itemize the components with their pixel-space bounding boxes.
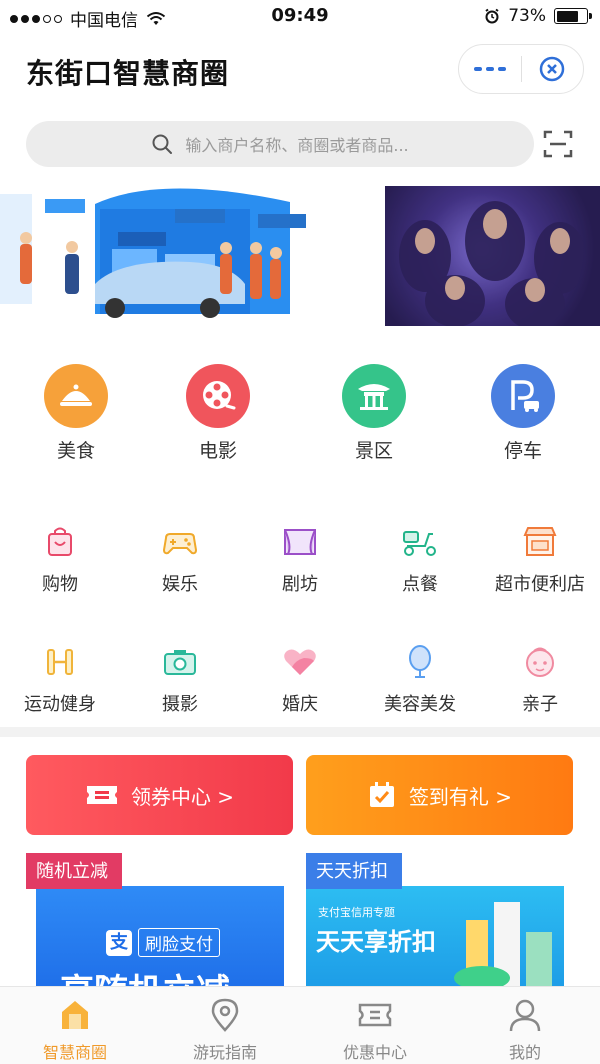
alipay-logo-icon: 支	[106, 929, 132, 956]
card-headline: 天天享折扣	[316, 928, 436, 956]
category-wedding[interactable]: 婚庆	[240, 642, 360, 716]
category-beauty[interactable]: 美容美发	[360, 642, 480, 716]
main-cat-bg-0	[44, 364, 108, 428]
card-banner: 支付宝信用专题 天天享折扣	[306, 886, 564, 993]
tab-label: 智慧商圈	[42, 1043, 107, 1062]
location-pin-icon	[211, 998, 239, 1032]
main-cat-bg-3	[491, 364, 555, 428]
status-bar: 中国电信 09:49 73%	[0, 0, 600, 34]
tab-play-guide[interactable]: 游玩指南	[150, 997, 300, 1063]
scooter-icon	[403, 531, 436, 556]
shopping-bag-icon	[48, 527, 72, 556]
category-label: 景区	[354, 440, 393, 462]
card-daily-discount[interactable]: 天天折扣 支付宝信用专题 天天享折扣	[306, 853, 564, 993]
main-cat-bg-2	[342, 364, 406, 428]
category-movie[interactable]: 电影	[158, 364, 278, 463]
alarm-icon	[485, 8, 499, 24]
coupon-center-label: 领券中心 >	[130, 784, 235, 809]
tab-label: 我的	[508, 1043, 541, 1062]
tab-bar: 智慧商圈 游玩指南 优惠中心 我的	[0, 986, 600, 1064]
coupon-icon	[86, 786, 117, 804]
category-fitness[interactable]: 运动健身	[0, 642, 120, 716]
tab-smart-district[interactable]: 智慧商圈	[0, 997, 150, 1063]
category-label: 剧坊	[282, 574, 318, 595]
store-icon	[523, 527, 557, 556]
category-label: 超市便利店	[495, 574, 585, 595]
tab-discount-center[interactable]: 优惠中心	[300, 997, 450, 1063]
search-icon	[152, 134, 173, 154]
category-label: 美容美发	[384, 694, 456, 715]
more-dots-icon	[473, 67, 482, 71]
ticket-icon	[358, 1003, 392, 1027]
category-food[interactable]: 美食	[16, 364, 136, 463]
heart-icon	[284, 649, 316, 675]
category-label: 娱乐	[162, 574, 198, 595]
category-store[interactable]: 超市便利店	[480, 522, 600, 596]
movie-poster-image	[385, 186, 600, 326]
category-entertainment[interactable]: 娱乐	[120, 522, 240, 596]
category-label: 运动健身	[24, 694, 96, 715]
category-shopping[interactable]: 购物	[0, 522, 120, 596]
battery-percent: 73%	[508, 6, 546, 26]
card-random-discount[interactable]: 随机立减 支 刷脸支付 享随机立减	[26, 853, 284, 993]
gamepad-icon	[162, 533, 198, 555]
category-label: 婚庆	[282, 694, 318, 715]
film-reel-icon	[203, 381, 236, 410]
user-icon	[509, 999, 541, 1032]
home-icon	[62, 1001, 88, 1029]
close-circle-icon	[540, 56, 565, 82]
search-placeholder: 输入商户名称、商圈或者商品...	[185, 136, 409, 155]
category-theater[interactable]: 剧坊	[240, 522, 360, 596]
category-scenic[interactable]: 景区	[314, 364, 434, 463]
calendar-check-icon	[369, 782, 394, 807]
card-brand: 刷脸支付	[138, 928, 220, 957]
banner-movie-poster[interactable]	[385, 186, 600, 326]
checkin-label: 签到有礼 >	[408, 784, 513, 809]
cloche-icon	[60, 384, 92, 406]
category-parenting[interactable]: 亲子	[480, 642, 600, 716]
category-label: 摄影	[162, 694, 198, 715]
camera-icon	[164, 650, 196, 675]
shopping-street-illustration	[0, 184, 360, 330]
main-cat-bg-1	[186, 364, 250, 428]
category-label: 购物	[42, 574, 78, 595]
page-title: 东街口智慧商圈	[26, 57, 230, 90]
miniapp-capsule	[458, 44, 584, 94]
baby-icon	[526, 647, 554, 677]
dumbbell-icon	[47, 649, 73, 675]
category-order[interactable]: 点餐	[360, 522, 480, 596]
tab-label: 优惠中心	[342, 1043, 407, 1062]
card-tag: 天天折扣	[306, 853, 402, 889]
tab-label: 游玩指南	[192, 1043, 257, 1062]
parking-icon	[511, 380, 539, 412]
card-banner: 支 刷脸支付 享随机立减	[36, 886, 284, 993]
card-tag: 随机立减	[26, 853, 122, 889]
section-divider	[0, 727, 600, 737]
scan-icon[interactable]	[542, 128, 574, 160]
search-input[interactable]: 输入商户名称、商圈或者商品...	[26, 121, 534, 167]
mirror-icon	[409, 645, 431, 678]
more-button[interactable]	[459, 67, 521, 71]
category-label: 点餐	[402, 574, 438, 595]
close-miniapp-button[interactable]	[522, 54, 584, 84]
category-photography[interactable]: 摄影	[120, 642, 240, 716]
battery-icon	[554, 8, 592, 24]
banner-carousel[interactable]	[0, 180, 600, 330]
tab-mine[interactable]: 我的	[450, 997, 600, 1063]
category-label: 美食	[56, 440, 95, 462]
banner-illustration[interactable]	[0, 184, 360, 330]
stage-icon	[284, 529, 316, 555]
category-label: 电影	[198, 440, 237, 462]
city-illustration	[446, 902, 564, 993]
category-parking[interactable]: 停车	[463, 364, 583, 463]
checkin-button[interactable]: 签到有礼 >	[306, 755, 573, 835]
card-subtitle: 支付宝信用专题	[318, 906, 395, 919]
category-label: 亲子	[522, 694, 558, 715]
category-label: 停车	[503, 440, 542, 462]
coupon-center-button[interactable]: 领券中心 >	[26, 755, 293, 835]
title-bar: 东街口智慧商圈	[0, 36, 600, 102]
pavilion-icon	[358, 384, 390, 410]
